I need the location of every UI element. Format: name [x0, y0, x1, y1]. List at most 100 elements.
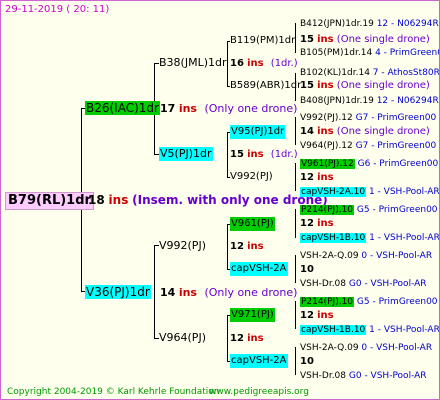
- gen3-queen[interactable]: V961(PJ): [230, 217, 275, 231]
- connector: [154, 245, 155, 338]
- gen3-num: 12: [300, 218, 314, 229]
- connector: [227, 41, 228, 86]
- gen4-queen[interactable]: V964(PJ).12 G7 - PrimGreen00: [300, 139, 436, 153]
- connector: [227, 224, 228, 269]
- gen1-queen[interactable]: V36(PJ)1dr: [85, 285, 151, 299]
- gen2-info: 12 ins: [230, 240, 264, 254]
- root-queen[interactable]: B79(RL)1dr: [5, 192, 94, 210]
- gen3-num: 10: [300, 356, 314, 367]
- gen4-src: G0 - VSH-Pool-AR: [348, 279, 427, 289]
- gen4-queen[interactable]: B105(PM)1dr.14 4 - PrimGreen00: [300, 46, 439, 60]
- gen2-queen[interactable]: V964(PJ): [159, 331, 206, 345]
- gen4-name: capVSH-1B.10: [300, 233, 367, 243]
- gen3-ins: ins: [317, 310, 334, 321]
- gen2-info: 15 ins (1dr.): [230, 148, 298, 162]
- gen1-note: (Only one drone): [204, 102, 298, 115]
- gen4-src: 1 - VSH-Pool-AR: [369, 233, 440, 243]
- gen4-queen[interactable]: B102(KL)1dr.14 7 - AthosSt80R: [300, 66, 439, 80]
- gen4-src: 1 - VSH-Pool-AR: [369, 325, 440, 335]
- gen4-src: G7 - PrimGreen00: [355, 141, 437, 151]
- header-date: 29-11-2019 ( 20: 11): [5, 4, 110, 15]
- connector: [295, 117, 296, 145]
- gen4-queen[interactable]: VSH-Dr.08 G0 - VSH-Pool-AR: [300, 277, 427, 291]
- gen3-queen[interactable]: V971(PJ): [230, 308, 275, 322]
- gen4-queen[interactable]: capVSH-1B.10 1 - VSH-Pool-AR: [300, 323, 440, 337]
- gen4-name: B412(JPN)1dr.19: [300, 19, 374, 29]
- gen2-queen[interactable]: V992(PJ): [159, 239, 206, 253]
- gen1-ins: ins: [178, 102, 197, 115]
- connector: [295, 209, 296, 238]
- connector: [295, 163, 296, 191]
- gen3-queen[interactable]: capVSH-2A: [230, 262, 288, 276]
- gen4-name: VSH-Dr.08: [300, 279, 347, 289]
- gen4-queen[interactable]: P214(PJ).10 G5 - PrimGreen00: [300, 295, 438, 309]
- gen2-num: 15: [230, 149, 244, 160]
- gen3-info: 12 ins: [300, 171, 334, 185]
- gen1-queen[interactable]: B26(IAC)1dr: [85, 101, 160, 115]
- gen4-queen[interactable]: VSH-2A-Q.09 0 - VSH-Pool-AR: [300, 341, 432, 355]
- gen3-ins: ins: [317, 34, 334, 45]
- gen4-name: VSH-Dr.08: [300, 371, 347, 381]
- gen1-info: 17 ins (Only one drone): [160, 102, 297, 116]
- root-ins: ins: [108, 193, 129, 207]
- gen4-name: V961(PJ).12: [300, 159, 355, 169]
- gen3-queen[interactable]: V95(PJ)1dr: [230, 125, 286, 139]
- gen2-note: (1dr.): [270, 149, 298, 160]
- gen3-info: 10: [300, 355, 314, 369]
- gen2-num: 12: [230, 333, 244, 344]
- gen4-name: P214(PJ).10: [300, 205, 355, 215]
- gen3-queen[interactable]: B119(PM)1dr: [230, 34, 295, 48]
- pedigree-diagram: { "header": {"date": "29-11-2019 ( 20: 1…: [0, 0, 440, 400]
- connector: [295, 347, 296, 375]
- gen2-ins: ins: [247, 333, 264, 344]
- gen3-ins: ins: [317, 172, 334, 183]
- gen4-queen[interactable]: V992(PJ).12 G7 - PrimGreen00: [300, 111, 436, 125]
- gen4-src: G7 - PrimGreen00: [355, 113, 437, 123]
- gen4-name: B408(JPN)1dr.19: [300, 96, 374, 106]
- gen4-queen[interactable]: VSH-Dr.08 G0 - VSH-Pool-AR: [300, 369, 427, 383]
- gen3-info: 10: [300, 263, 314, 277]
- gen4-src: G5 - PrimGreen00: [356, 297, 438, 307]
- gen4-name: P214(PJ).10: [300, 297, 355, 307]
- gen1-note: (Only one drone): [204, 286, 298, 299]
- gen2-ins: ins: [247, 58, 264, 69]
- gen3-ins: ins: [317, 218, 334, 229]
- gen4-src: 12 - N06294R: [376, 19, 439, 29]
- gen4-queen[interactable]: B408(JPN)1dr.19 12 - N06294R: [300, 94, 439, 108]
- gen2-ins: ins: [247, 149, 264, 160]
- gen4-src: G0 - VSH-Pool-AR: [348, 371, 427, 381]
- gen4-queen[interactable]: VSH-2A-Q.09 0 - VSH-Pool-AR: [300, 249, 432, 263]
- gen2-info: 12 ins: [230, 332, 264, 346]
- gen3-queen[interactable]: capVSH-2A: [230, 354, 288, 368]
- gen2-queen[interactable]: V5(PJ)1dr: [159, 147, 213, 161]
- connector: [227, 132, 228, 177]
- gen4-name: VSH-2A-Q.09: [300, 343, 359, 353]
- root-instrumental-info: 18 ins (Insem. with only one drone): [88, 193, 328, 207]
- gen2-queen[interactable]: B38(JML)1dr: [159, 56, 227, 70]
- gen3-num: 10: [300, 264, 314, 275]
- footer-site-link[interactable]: www.pedigreeapis.org: [209, 385, 309, 399]
- gen3-queen[interactable]: B589(ABR)1dr: [230, 79, 301, 93]
- gen3-ins: ins: [317, 126, 334, 137]
- gen4-queen[interactable]: capVSH-2A.10 1 - VSH-Pool-AR: [300, 185, 439, 199]
- gen4-queen[interactable]: V961(PJ).12 G6 - PrimGreen00: [300, 157, 438, 171]
- gen4-queen[interactable]: capVSH-1B.10 1 - VSH-Pool-AR: [300, 231, 440, 245]
- gen3-num: 12: [300, 172, 314, 183]
- gen1-info: 14 ins (Only one drone): [160, 286, 297, 300]
- gen2-ins: ins: [247, 241, 264, 252]
- gen4-name: V992(PJ).12: [300, 113, 353, 123]
- gen4-name: VSH-2A-Q.09: [300, 251, 359, 261]
- root-num: 18: [88, 193, 105, 207]
- connector: [295, 255, 296, 283]
- gen4-name: V964(PJ).12: [300, 141, 353, 151]
- gen4-src: 0 - VSH-Pool-AR: [361, 343, 433, 353]
- gen3-note: (One single drone): [336, 80, 430, 91]
- gen4-queen[interactable]: B412(JPN)1dr.19 12 - N06294R: [300, 17, 439, 31]
- gen1-num: 14: [160, 286, 176, 299]
- gen4-name: B105(PM)1dr.14: [300, 48, 373, 58]
- gen3-queen[interactable]: V992(PJ): [230, 170, 273, 184]
- gen3-info: 15 ins (One single drone): [300, 33, 430, 47]
- gen3-info: 12 ins: [300, 217, 334, 231]
- gen4-queen[interactable]: P214(PJ).10 G5 - PrimGreen00: [300, 203, 438, 217]
- gen3-num: 15: [300, 80, 314, 91]
